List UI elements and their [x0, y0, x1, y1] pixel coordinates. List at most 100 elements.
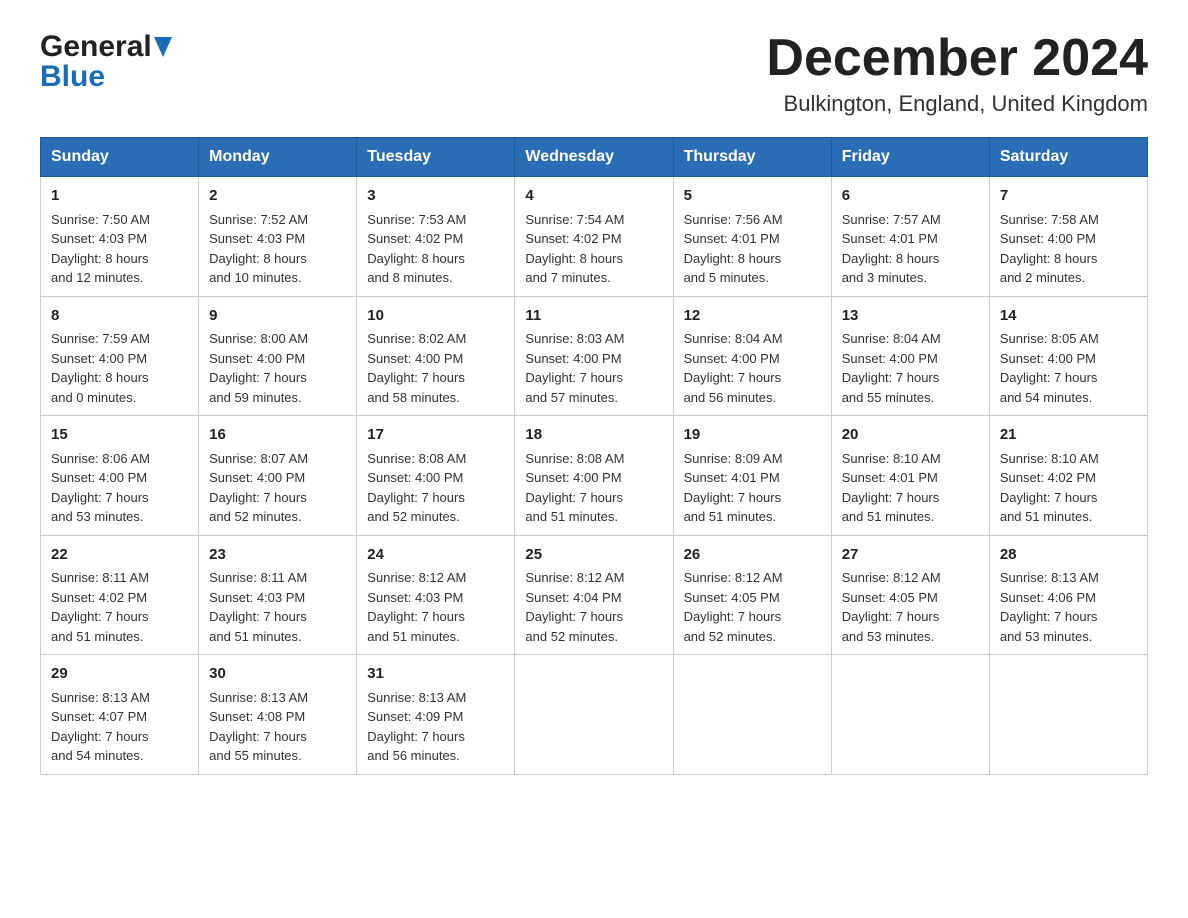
day-number: 14 [1000, 305, 1137, 328]
month-title: December 2024 [766, 30, 1148, 87]
day-number: 12 [684, 305, 821, 328]
day-number: 5 [684, 185, 821, 208]
day-number: 17 [367, 424, 504, 447]
weekday-header-sunday: Sunday [41, 138, 199, 177]
calendar-cell [831, 655, 989, 775]
calendar-cell: 4Sunrise: 7:54 AMSunset: 4:02 PMDaylight… [515, 177, 673, 297]
day-sunrise: Sunrise: 8:08 AMSunset: 4:00 PMDaylight:… [525, 451, 624, 525]
day-number: 1 [51, 185, 188, 208]
calendar-cell: 16Sunrise: 8:07 AMSunset: 4:00 PMDayligh… [199, 416, 357, 536]
day-number: 7 [1000, 185, 1137, 208]
day-sunrise: Sunrise: 8:08 AMSunset: 4:00 PMDaylight:… [367, 451, 466, 525]
day-number: 22 [51, 544, 188, 567]
day-number: 27 [842, 544, 979, 567]
day-number: 26 [684, 544, 821, 567]
day-number: 8 [51, 305, 188, 328]
day-number: 3 [367, 185, 504, 208]
calendar-cell: 31 Sunrise: 8:13 AMSunset: 4:09 PMDayligh… [357, 655, 515, 775]
day-sunrise: Sunrise: 8:12 AMSunset: 4:04 PMDaylight:… [525, 570, 624, 644]
calendar-cell: 22Sunrise: 8:11 AMSunset: 4:02 PMDayligh… [41, 535, 199, 655]
day-sunrise: Sunrise: 7:59 AMSunset: 4:00 PMDaylight:… [51, 331, 150, 405]
day-sunrise: Sunrise: 7:58 AMSunset: 4:00 PMDaylight:… [1000, 212, 1099, 286]
day-sunrise: Sunrise: 8:12 AMSunset: 4:05 PMDaylight:… [684, 570, 783, 644]
day-number: 2 [209, 185, 346, 208]
title-block: December 2024 Bulkington, England, Unite… [766, 30, 1148, 117]
day-sunrise: Sunrise: 7:50 AMSunset: 4:03 PMDaylight:… [51, 212, 150, 286]
calendar-cell: 3Sunrise: 7:53 AMSunset: 4:02 PMDaylight… [357, 177, 515, 297]
day-sunrise: Sunrise: 8:13 AMSunset: 4:07 PMDaylight:… [51, 690, 150, 764]
calendar-cell: 10Sunrise: 8:02 AMSunset: 4:00 PMDayligh… [357, 296, 515, 416]
calendar-cell: 29Sunrise: 8:13 AMSunset: 4:07 PMDayligh… [41, 655, 199, 775]
weekday-header-saturday: Saturday [989, 138, 1147, 177]
day-sunrise: Sunrise: 8:13 AMSunset: 4:06 PMDaylight:… [1000, 570, 1099, 644]
day-sunrise: Sunrise: 8:12 AMSunset: 4:03 PMDaylight:… [367, 570, 466, 644]
location-subtitle: Bulkington, England, United Kingdom [766, 91, 1148, 117]
day-number: 23 [209, 544, 346, 567]
day-sunrise: Sunrise: 7:56 AMSunset: 4:01 PMDaylight:… [684, 212, 783, 286]
day-number: 24 [367, 544, 504, 567]
week-row-4: 22Sunrise: 8:11 AMSunset: 4:02 PMDayligh… [41, 535, 1148, 655]
day-number: 13 [842, 305, 979, 328]
day-sunrise: Sunrise: 8:04 AMSunset: 4:00 PMDaylight:… [842, 331, 941, 405]
calendar-cell: 19 Sunrise: 8:09 AMSunset: 4:01 PMDayligh… [673, 416, 831, 536]
day-sunrise: Sunrise: 8:09 AMSunset: 4:01 PMDaylight:… [684, 451, 783, 525]
calendar-cell: 11 Sunrise: 8:03 AMSunset: 4:00 PMDayligh… [515, 296, 673, 416]
calendar-cell: 30 Sunrise: 8:13 AMSunset: 4:08 PMDayligh… [199, 655, 357, 775]
day-sunrise: Sunrise: 8:12 AMSunset: 4:05 PMDaylight:… [842, 570, 941, 644]
day-sunrise: Sunrise: 8:00 AMSunset: 4:00 PMDaylight:… [209, 331, 308, 405]
calendar-cell: 8 Sunrise: 7:59 AMSunset: 4:00 PMDaylight… [41, 296, 199, 416]
calendar-cell: 6 Sunrise: 7:57 AMSunset: 4:01 PMDaylight… [831, 177, 989, 297]
day-number: 30 [209, 663, 346, 686]
day-sunrise: Sunrise: 7:54 AMSunset: 4:02 PMDaylight:… [525, 212, 624, 286]
calendar-cell: 9 Sunrise: 8:00 AMSunset: 4:00 PMDaylight… [199, 296, 357, 416]
calendar-cell: 14 Sunrise: 8:05 AMSunset: 4:00 PMDayligh… [989, 296, 1147, 416]
calendar-cell: 17 Sunrise: 8:08 AMSunset: 4:00 PMDayligh… [357, 416, 515, 536]
day-sunrise: Sunrise: 8:04 AMSunset: 4:00 PMDaylight:… [684, 331, 783, 405]
logo-line2: Blue [40, 60, 172, 94]
calendar-cell: 2 Sunrise: 7:52 AMSunset: 4:03 PMDaylight… [199, 177, 357, 297]
day-number: 20 [842, 424, 979, 447]
day-number: 10 [367, 305, 504, 328]
day-number: 6 [842, 185, 979, 208]
calendar-table: SundayMondayTuesdayWednesdayThursdayFrid… [40, 137, 1148, 775]
weekday-header-wednesday: Wednesday [515, 138, 673, 177]
logo-triangle-icon [154, 37, 172, 57]
day-sunrise: Sunrise: 8:11 AMSunset: 4:03 PMDaylight:… [209, 570, 307, 644]
day-number: 25 [525, 544, 662, 567]
day-sunrise: Sunrise: 8:10 AMSunset: 4:02 PMDaylight:… [1000, 451, 1099, 525]
calendar-cell [515, 655, 673, 775]
day-number: 9 [209, 305, 346, 328]
weekday-header-friday: Friday [831, 138, 989, 177]
day-number: 11 [525, 305, 662, 328]
week-row-5: 29Sunrise: 8:13 AMSunset: 4:07 PMDayligh… [41, 655, 1148, 775]
calendar-cell: 26 Sunrise: 8:12 AMSunset: 4:05 PMDayligh… [673, 535, 831, 655]
calendar-cell: 28Sunrise: 8:13 AMSunset: 4:06 PMDayligh… [989, 535, 1147, 655]
calendar-cell: 23 Sunrise: 8:11 AMSunset: 4:03 PMDayligh… [199, 535, 357, 655]
week-row-3: 15Sunrise: 8:06 AMSunset: 4:00 PMDayligh… [41, 416, 1148, 536]
logo-line1: General [40, 30, 172, 64]
day-sunrise: Sunrise: 8:13 AMSunset: 4:09 PMDaylight:… [367, 690, 466, 764]
calendar-cell: 1 Sunrise: 7:50 AMSunset: 4:03 PMDaylight… [41, 177, 199, 297]
day-sunrise: Sunrise: 7:57 AMSunset: 4:01 PMDaylight:… [842, 212, 941, 286]
calendar-cell: 12 Sunrise: 8:04 AMSunset: 4:00 PMDayligh… [673, 296, 831, 416]
page-header: General Blue December 2024 Bulkington, E… [40, 30, 1148, 117]
calendar-cell: 15Sunrise: 8:06 AMSunset: 4:00 PMDayligh… [41, 416, 199, 536]
weekday-header-monday: Monday [199, 138, 357, 177]
calendar-cell: 24 Sunrise: 8:12 AMSunset: 4:03 PMDayligh… [357, 535, 515, 655]
day-number: 31 [367, 663, 504, 686]
calendar-cell: 13 Sunrise: 8:04 AMSunset: 4:00 PMDayligh… [831, 296, 989, 416]
day-sunrise: Sunrise: 8:13 AMSunset: 4:08 PMDaylight:… [209, 690, 308, 764]
day-sunrise: Sunrise: 8:05 AMSunset: 4:00 PMDaylight:… [1000, 331, 1099, 405]
calendar-cell: 5 Sunrise: 7:56 AMSunset: 4:01 PMDaylight… [673, 177, 831, 297]
weekday-header-thursday: Thursday [673, 138, 831, 177]
day-sunrise: Sunrise: 8:03 AMSunset: 4:00 PMDaylight:… [525, 331, 624, 405]
calendar-cell [673, 655, 831, 775]
calendar-cell: 7 Sunrise: 7:58 AMSunset: 4:00 PMDaylight… [989, 177, 1147, 297]
day-sunrise: Sunrise: 7:52 AMSunset: 4:03 PMDaylight:… [209, 212, 308, 286]
day-sunrise: Sunrise: 8:07 AMSunset: 4:00 PMDaylight:… [209, 451, 308, 525]
day-number: 19 [684, 424, 821, 447]
logo: General Blue [40, 30, 172, 94]
calendar-cell: 18 Sunrise: 8:08 AMSunset: 4:00 PMDayligh… [515, 416, 673, 536]
day-number: 18 [525, 424, 662, 447]
day-number: 15 [51, 424, 188, 447]
